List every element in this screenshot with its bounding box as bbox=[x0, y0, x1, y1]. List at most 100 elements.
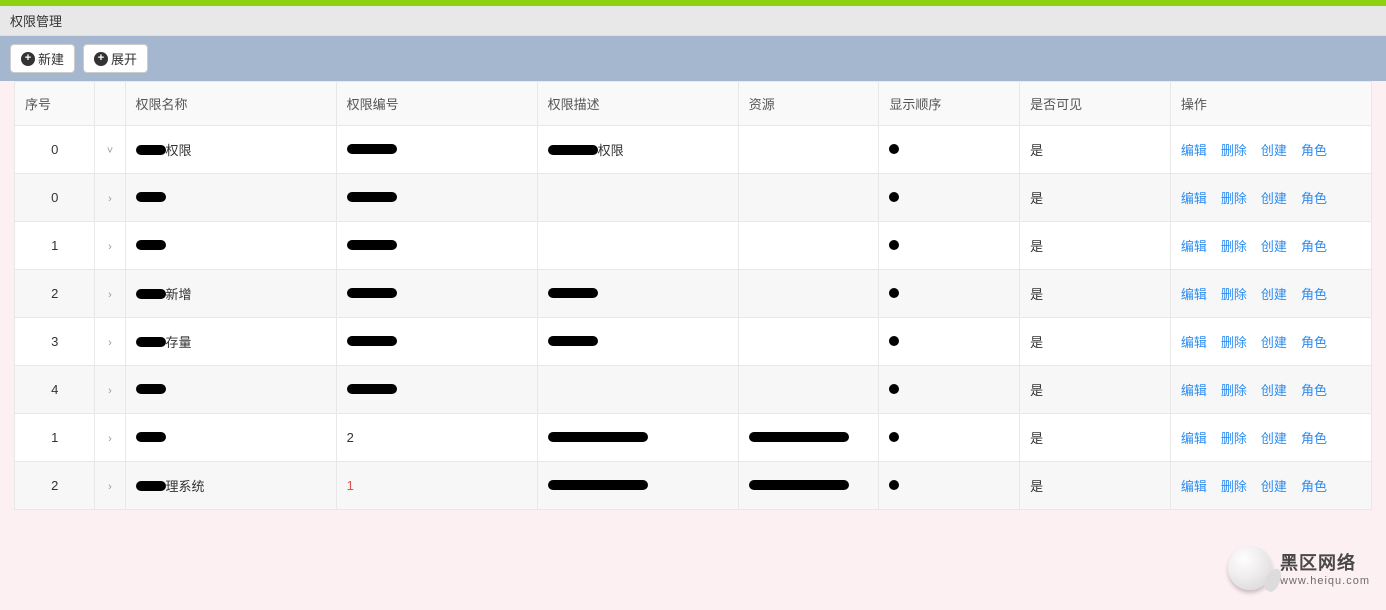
cell-seq: 3 bbox=[15, 318, 95, 366]
redacted bbox=[136, 337, 166, 347]
delete-link[interactable]: 删除 bbox=[1221, 383, 1247, 398]
delete-link[interactable]: 删除 bbox=[1221, 431, 1247, 446]
cell-toggle: › bbox=[95, 222, 125, 270]
delete-link[interactable]: 删除 bbox=[1221, 191, 1247, 206]
expand-button[interactable]: + 展开 bbox=[83, 44, 148, 73]
th-name: 权限名称 bbox=[125, 82, 336, 126]
table-row: 2›理系统1是编辑删除创建角色 bbox=[15, 462, 1372, 510]
delete-link[interactable]: 删除 bbox=[1221, 479, 1247, 494]
redacted bbox=[889, 192, 899, 202]
name-text: 理系统 bbox=[166, 479, 205, 494]
role-link[interactable]: 角色 bbox=[1301, 239, 1327, 254]
cell-resource bbox=[738, 318, 879, 366]
th-desc: 权限描述 bbox=[537, 82, 738, 126]
cell-order bbox=[879, 318, 1020, 366]
role-link[interactable]: 角色 bbox=[1301, 287, 1327, 302]
table-row: 1›2是编辑删除创建角色 bbox=[15, 414, 1372, 462]
cell-desc bbox=[537, 174, 738, 222]
chevron-right-icon[interactable]: › bbox=[108, 241, 112, 253]
edit-link[interactable]: 编辑 bbox=[1181, 143, 1207, 158]
delete-link[interactable]: 删除 bbox=[1221, 239, 1247, 254]
cell-name bbox=[125, 414, 336, 462]
cell-resource bbox=[738, 222, 879, 270]
chevron-right-icon[interactable]: › bbox=[108, 385, 112, 397]
edit-link[interactable]: 编辑 bbox=[1181, 287, 1207, 302]
role-link[interactable]: 角色 bbox=[1301, 335, 1327, 350]
cell-toggle: › bbox=[95, 366, 125, 414]
cell-code bbox=[336, 174, 537, 222]
cell-name bbox=[125, 222, 336, 270]
toolbar: + 新建 + 展开 bbox=[0, 36, 1386, 81]
role-link[interactable]: 角色 bbox=[1301, 431, 1327, 446]
edit-link[interactable]: 编辑 bbox=[1181, 431, 1207, 446]
cell-desc: 权限 bbox=[537, 126, 738, 174]
cell-toggle: › bbox=[95, 270, 125, 318]
chevron-right-icon[interactable]: › bbox=[108, 337, 112, 349]
redacted bbox=[548, 432, 648, 442]
redacted bbox=[136, 432, 166, 442]
th-toggle bbox=[95, 82, 125, 126]
role-link[interactable]: 角色 bbox=[1301, 191, 1327, 206]
new-button[interactable]: + 新建 bbox=[10, 44, 75, 73]
cell-resource bbox=[738, 414, 879, 462]
chevron-right-icon[interactable]: › bbox=[108, 193, 112, 205]
redacted bbox=[889, 480, 899, 490]
cell-seq: 1 bbox=[15, 222, 95, 270]
cell-order bbox=[879, 366, 1020, 414]
redacted bbox=[136, 481, 166, 491]
edit-link[interactable]: 编辑 bbox=[1181, 335, 1207, 350]
edit-link[interactable]: 编辑 bbox=[1181, 191, 1207, 206]
page-title: 权限管理 bbox=[10, 14, 62, 29]
cell-ops: 编辑删除创建角色 bbox=[1170, 318, 1371, 366]
chevron-right-icon[interactable]: › bbox=[108, 481, 112, 493]
create-link[interactable]: 创建 bbox=[1261, 143, 1287, 158]
create-link[interactable]: 创建 bbox=[1261, 239, 1287, 254]
chevron-down-icon[interactable]: ˅ bbox=[107, 145, 113, 157]
cell-ops: 编辑删除创建角色 bbox=[1170, 366, 1371, 414]
new-button-label: 新建 bbox=[38, 49, 64, 68]
table-row: 0˅权限权限是编辑删除创建角色 bbox=[15, 126, 1372, 174]
delete-link[interactable]: 删除 bbox=[1221, 287, 1247, 302]
edit-link[interactable]: 编辑 bbox=[1181, 383, 1207, 398]
create-link[interactable]: 创建 bbox=[1261, 287, 1287, 302]
cell-resource bbox=[738, 126, 879, 174]
redacted bbox=[548, 288, 598, 298]
cell-code bbox=[336, 270, 537, 318]
role-link[interactable]: 角色 bbox=[1301, 383, 1327, 398]
cell-resource bbox=[738, 462, 879, 510]
edit-link[interactable]: 编辑 bbox=[1181, 479, 1207, 494]
chevron-right-icon[interactable]: › bbox=[108, 433, 112, 445]
delete-link[interactable]: 删除 bbox=[1221, 143, 1247, 158]
role-link[interactable]: 角色 bbox=[1301, 479, 1327, 494]
role-link[interactable]: 角色 bbox=[1301, 143, 1327, 158]
chevron-right-icon[interactable]: › bbox=[108, 289, 112, 301]
cell-code: 1 bbox=[336, 462, 537, 510]
cell-toggle: › bbox=[95, 462, 125, 510]
cell-name: 存量 bbox=[125, 318, 336, 366]
th-seq: 序号 bbox=[15, 82, 95, 126]
redacted bbox=[136, 192, 166, 202]
cell-order bbox=[879, 222, 1020, 270]
cell-order bbox=[879, 462, 1020, 510]
cell-toggle: › bbox=[95, 318, 125, 366]
delete-link[interactable]: 删除 bbox=[1221, 335, 1247, 350]
create-link[interactable]: 创建 bbox=[1261, 191, 1287, 206]
redacted bbox=[347, 384, 397, 394]
panel-header: 权限管理 bbox=[0, 6, 1386, 36]
create-link[interactable]: 创建 bbox=[1261, 479, 1287, 494]
create-link[interactable]: 创建 bbox=[1261, 383, 1287, 398]
create-link[interactable]: 创建 bbox=[1261, 431, 1287, 446]
create-link[interactable]: 创建 bbox=[1261, 335, 1287, 350]
redacted bbox=[136, 289, 166, 299]
cell-ops: 编辑删除创建角色 bbox=[1170, 174, 1371, 222]
cell-resource bbox=[738, 366, 879, 414]
cell-name: 理系统 bbox=[125, 462, 336, 510]
table-row: 2›新增是编辑删除创建角色 bbox=[15, 270, 1372, 318]
table-row: 3›存量是编辑删除创建角色 bbox=[15, 318, 1372, 366]
cell-order bbox=[879, 270, 1020, 318]
cell-order bbox=[879, 174, 1020, 222]
redacted bbox=[347, 240, 397, 250]
redacted bbox=[548, 336, 598, 346]
watermark-en: www.heiqu.com bbox=[1280, 575, 1370, 587]
edit-link[interactable]: 编辑 bbox=[1181, 239, 1207, 254]
